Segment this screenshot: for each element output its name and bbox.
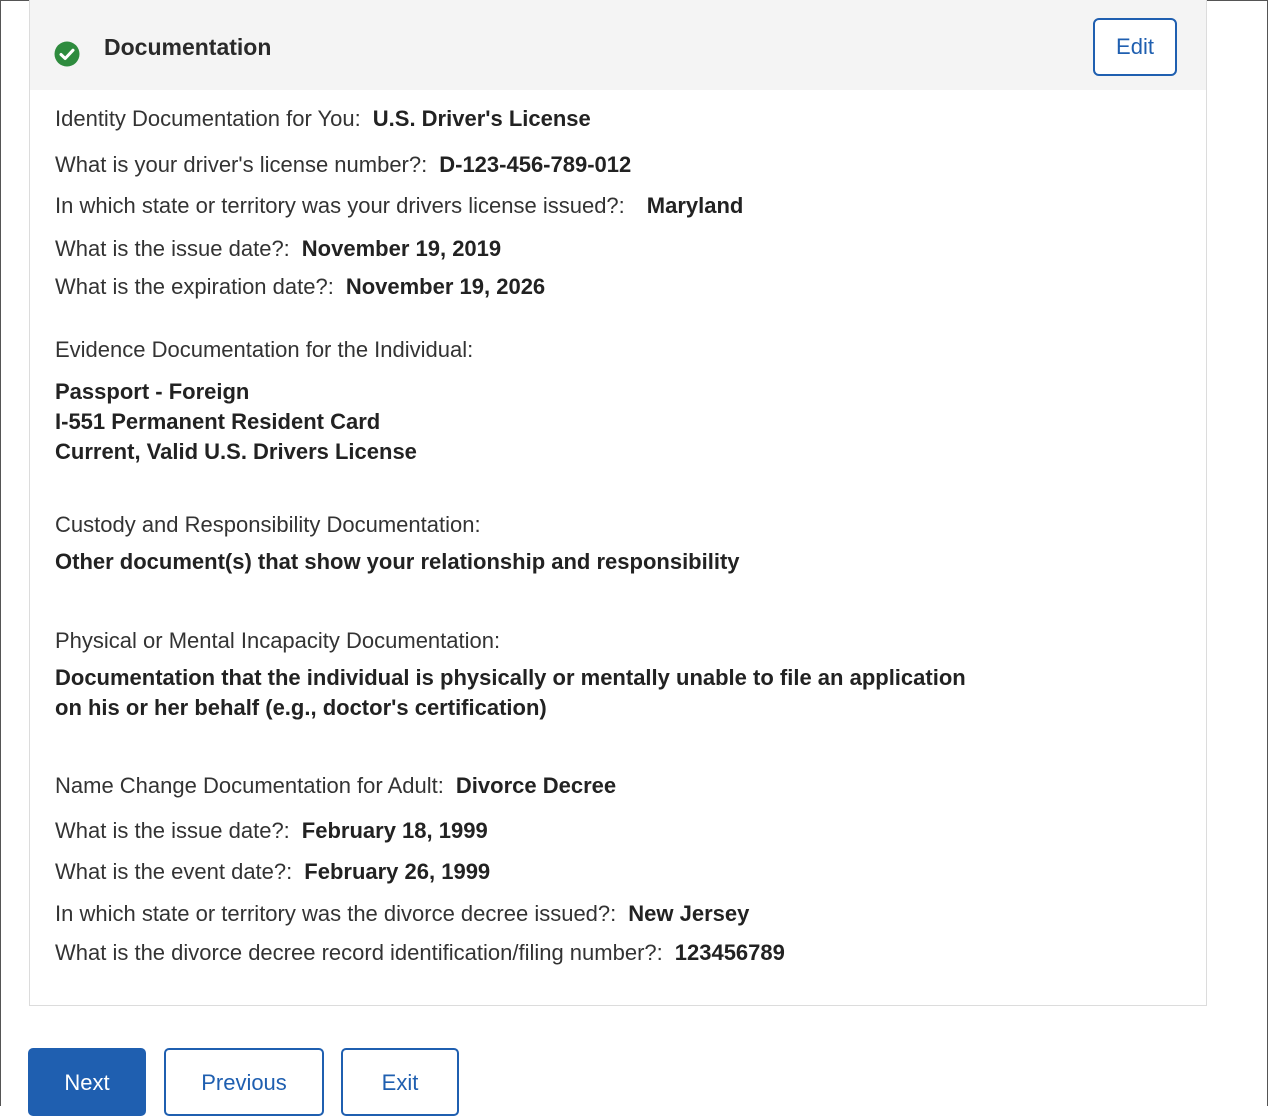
name-change-issue-date-row: What is the issue date?: February 18, 199… <box>55 818 488 844</box>
name-change-doc-value: Divorce Decree <box>455 773 617 798</box>
card-header: Documentation Edit <box>30 0 1206 90</box>
incapacity-value-line2: on his or her behalf (e.g., doctor's cer… <box>55 695 547 720</box>
license-number-value: D-123-456-789-012 <box>439 152 632 177</box>
name-change-doc-label: Name Change Documentation for Adult: <box>55 773 444 798</box>
incapacity-value-line1: Documentation that the individual is phy… <box>55 665 966 690</box>
evidence-label-row: Evidence Documentation for the Individua… <box>55 337 473 363</box>
check-circle-icon <box>54 41 80 67</box>
license-expiration-row: What is the expiration date?: November 19… <box>55 274 545 300</box>
incapacity-label-row: Physical or Mental Incapacity Documentat… <box>55 628 500 654</box>
divorce-state-label: In which state or territory was the divo… <box>55 901 617 926</box>
name-change-issue-date-value: February 18, 1999 <box>301 818 488 843</box>
edit-button[interactable]: Edit <box>1093 18 1177 76</box>
license-state-row: In which state or territory was your dri… <box>55 193 743 219</box>
custody-label-row: Custody and Responsibility Documentation… <box>55 512 481 538</box>
license-issue-date-row: What is the issue date?: November 19, 201… <box>55 236 501 262</box>
custody-value: Other document(s) that show your relatio… <box>55 549 740 574</box>
identity-doc-value: U.S. Driver's License <box>372 106 591 131</box>
license-state-value: Maryland <box>646 193 744 218</box>
license-state-label: In which state or territory was your dri… <box>55 193 625 218</box>
divorce-state-value: New Jersey <box>628 901 750 926</box>
divorce-record-row: What is the divorce decree record identi… <box>55 940 785 966</box>
divorce-record-value: 123456789 <box>674 940 785 965</box>
license-expiration-value: November 19, 2026 <box>345 274 546 299</box>
evidence-label: Evidence Documentation for the Individua… <box>55 337 474 362</box>
license-issue-date-label: What is the issue date?: <box>55 236 290 261</box>
incapacity-label: Physical or Mental Incapacity Documentat… <box>55 628 501 653</box>
license-issue-date-value: November 19, 2019 <box>301 236 502 261</box>
custody-label: Custody and Responsibility Documentation… <box>55 512 481 537</box>
identity-doc-label: Identity Documentation for You: <box>55 106 361 131</box>
identity-doc-row: Identity Documentation for You: U.S. Driv… <box>55 106 591 132</box>
divorce-state-row: In which state or territory was the divo… <box>55 901 749 927</box>
evidence-item: I-551 Permanent Resident Card <box>55 409 381 434</box>
name-change-event-date-value: February 26, 1999 <box>304 859 491 884</box>
name-change-issue-date-label: What is the issue date?: <box>55 818 290 843</box>
license-number-row: What is your driver's license number?: D-… <box>55 152 631 178</box>
evidence-item: Passport - Foreign <box>55 379 250 404</box>
evidence-item: Current, Valid U.S. Drivers License <box>55 439 417 464</box>
name-change-event-date-label: What is the event date?: <box>55 859 293 884</box>
name-change-event-date-row: What is the event date?: February 26, 199… <box>55 859 490 885</box>
license-number-label: What is your driver's license number?: <box>55 152 428 177</box>
name-change-doc-row: Name Change Documentation for Adult: Divo… <box>55 773 616 799</box>
section-title: Documentation <box>104 34 272 60</box>
documentation-card: Documentation Edit Identity Documentatio… <box>29 0 1207 1006</box>
divorce-record-label: What is the divorce decree record identi… <box>55 940 663 965</box>
license-expiration-label: What is the expiration date?: <box>55 274 334 299</box>
